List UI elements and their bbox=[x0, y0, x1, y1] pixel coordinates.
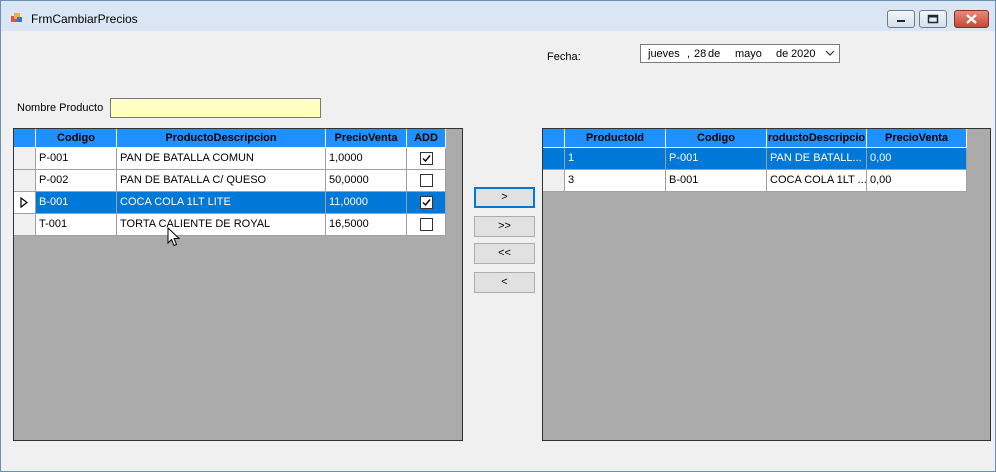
row-header[interactable] bbox=[14, 214, 36, 236]
cell-precio[interactable]: 0,00 bbox=[867, 148, 967, 170]
column-header-precioventa[interactable]: PrecioVenta bbox=[326, 129, 407, 148]
checkmark-icon bbox=[422, 199, 431, 207]
cell-precio[interactable]: 0,00 bbox=[867, 170, 967, 192]
row-header[interactable] bbox=[543, 148, 565, 170]
cell-descripcion[interactable]: PAN DE BATALLA C/ QUESO bbox=[117, 170, 326, 192]
cell-descripcion[interactable]: TORTA CALIENTE DE ROYAL bbox=[117, 214, 326, 236]
fecha-label: Fecha: bbox=[547, 51, 581, 63]
table-row[interactable]: 3 B-001 COCA COLA 1LT ... 0,00 bbox=[543, 170, 990, 192]
column-header-codigo[interactable]: Codigo bbox=[666, 129, 767, 148]
close-button[interactable] bbox=[954, 10, 989, 28]
fecha-day-name: jueves bbox=[648, 48, 680, 60]
column-header-add[interactable]: ADD bbox=[407, 129, 446, 148]
cell-precio[interactable]: 11,0000 bbox=[326, 192, 407, 214]
cell-codigo[interactable]: P-002 bbox=[36, 170, 117, 192]
fecha-year: 2020 bbox=[791, 48, 816, 60]
cell-productoid[interactable]: 1 bbox=[565, 148, 666, 170]
column-header-productodescripcion[interactable]: ProductoDescripcion bbox=[117, 129, 326, 148]
row-header[interactable] bbox=[14, 148, 36, 170]
column-header-productodescripcion[interactable]: roductoDescripcio bbox=[767, 129, 867, 148]
move-all-left-button[interactable]: << bbox=[474, 243, 535, 264]
row-header[interactable] bbox=[14, 170, 36, 192]
productos-grid[interactable]: Codigo ProductoDescripcion PrecioVenta A… bbox=[13, 128, 463, 441]
window: FrmCambiarPrecios Fecha: jueves , 28 de … bbox=[0, 0, 996, 472]
cell-precio[interactable]: 16,5000 bbox=[326, 214, 407, 236]
table-row-selected[interactable]: 1 P-001 PAN DE BATALL... 0,00 bbox=[543, 148, 990, 170]
maximize-button[interactable] bbox=[919, 10, 947, 28]
table-row[interactable]: P-001 PAN DE BATALLA COMUN 1,0000 bbox=[14, 148, 462, 170]
cell-add bbox=[407, 170, 446, 192]
cell-add bbox=[407, 192, 446, 214]
mouse-cursor-icon bbox=[167, 227, 181, 247]
nombre-producto-label: Nombre Producto bbox=[17, 102, 104, 114]
fecha-date-picker[interactable]: jueves , 28 de mayo de 2020 bbox=[640, 44, 840, 63]
fecha-de-2: de bbox=[776, 48, 789, 60]
cell-codigo[interactable]: B-001 bbox=[666, 170, 767, 192]
row-header[interactable] bbox=[14, 192, 36, 214]
precios-grid[interactable]: ProductoId Codigo roductoDescripcio Prec… bbox=[542, 128, 991, 441]
cell-add bbox=[407, 214, 446, 236]
title-bar[interactable]: FrmCambiarPrecios bbox=[1, 1, 995, 31]
grid-corner bbox=[543, 129, 565, 148]
cell-descripcion[interactable]: PAN DE BATALLA COMUN bbox=[117, 148, 326, 170]
fecha-day: 28 bbox=[694, 48, 707, 60]
minimize-icon bbox=[897, 20, 905, 22]
row-header[interactable] bbox=[543, 170, 565, 192]
add-checkbox[interactable] bbox=[420, 196, 433, 209]
fecha-de-1: de bbox=[708, 48, 721, 60]
cell-codigo[interactable]: B-001 bbox=[36, 192, 117, 214]
column-header-productoid[interactable]: ProductoId bbox=[565, 129, 666, 148]
cell-descripcion[interactable]: COCA COLA 1LT LITE bbox=[117, 192, 326, 214]
cell-precio[interactable]: 1,0000 bbox=[326, 148, 407, 170]
cell-add bbox=[407, 148, 446, 170]
fecha-day-separator: , bbox=[687, 48, 691, 60]
minimize-button[interactable] bbox=[887, 10, 915, 28]
chevron-down-icon[interactable] bbox=[825, 47, 835, 59]
current-row-arrow-icon bbox=[20, 196, 28, 209]
cell-descripcion[interactable]: COCA COLA 1LT ... bbox=[767, 170, 867, 192]
cell-productoid[interactable]: 3 bbox=[565, 170, 666, 192]
table-row[interactable]: P-002 PAN DE BATALLA C/ QUESO 50,0000 bbox=[14, 170, 462, 192]
move-left-button[interactable]: < bbox=[474, 272, 535, 293]
move-all-right-button[interactable]: >> bbox=[474, 216, 535, 237]
cell-codigo[interactable]: T-001 bbox=[36, 214, 117, 236]
window-title: FrmCambiarPrecios bbox=[31, 12, 138, 26]
cell-codigo[interactable]: P-001 bbox=[666, 148, 767, 170]
cell-precio[interactable]: 50,0000 bbox=[326, 170, 407, 192]
table-row-selected[interactable]: B-001 COCA COLA 1LT LITE 11,0000 bbox=[14, 192, 462, 214]
nombre-producto-input[interactable] bbox=[110, 98, 321, 118]
fecha-month: mayo bbox=[735, 48, 762, 60]
column-header-precioventa[interactable]: PrecioVenta bbox=[867, 129, 967, 148]
move-right-button[interactable]: > bbox=[474, 187, 535, 208]
column-header-codigo[interactable]: Codigo bbox=[36, 129, 117, 148]
grid-corner bbox=[14, 129, 36, 148]
checkmark-icon bbox=[422, 155, 431, 163]
app-icon bbox=[11, 13, 22, 22]
close-icon bbox=[966, 14, 977, 24]
add-checkbox[interactable] bbox=[420, 174, 433, 187]
table-row[interactable]: T-001 TORTA CALIENTE DE ROYAL 16,5000 bbox=[14, 214, 462, 236]
add-checkbox[interactable] bbox=[420, 218, 433, 231]
cell-codigo[interactable]: P-001 bbox=[36, 148, 117, 170]
cell-descripcion[interactable]: PAN DE BATALL... bbox=[767, 148, 867, 170]
add-checkbox[interactable] bbox=[420, 152, 433, 165]
maximize-icon bbox=[927, 14, 939, 24]
